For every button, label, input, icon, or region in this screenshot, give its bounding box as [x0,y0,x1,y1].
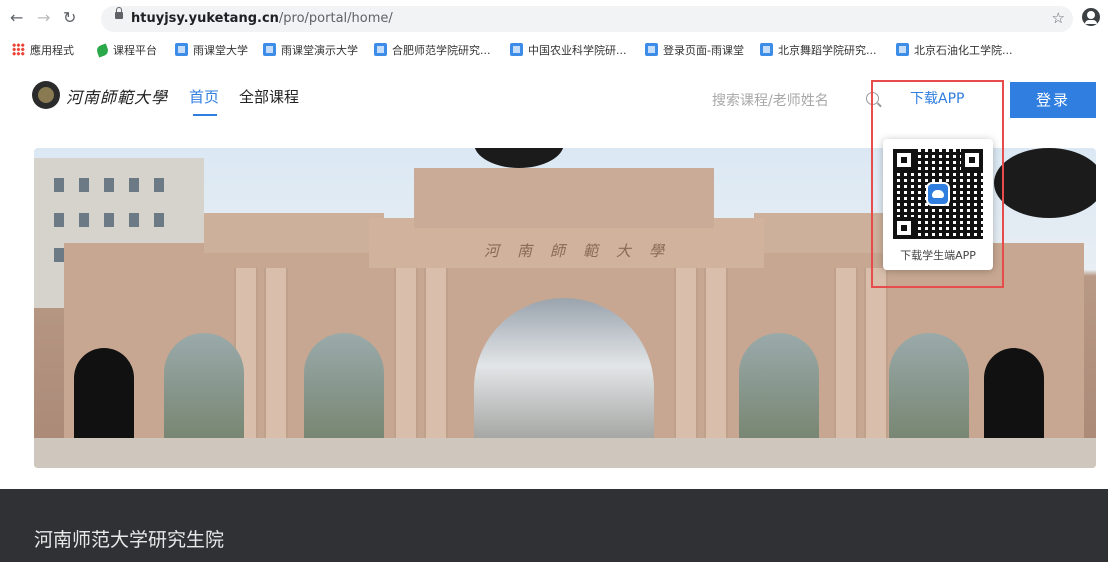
lock-icon [115,7,123,19]
bookmark-petrochem[interactable]: 北京石油化工学院... [896,43,1013,59]
nav-active-indicator [193,114,217,116]
bookmark-caas[interactable]: 中国农业科学院研... [510,43,627,59]
bookmarks-bar: 應用程式 课程平台 雨课堂大学 雨课堂演示大学 合肥师范学院研究... 中国农业… [0,36,1108,67]
footer: 河南师范大学研究生院 [0,489,1108,562]
leaf-icon [95,43,110,58]
rain-classroom-icon [896,43,909,56]
bookmark-star-icon[interactable]: ☆ [1052,9,1065,27]
nav-all-courses[interactable]: 全部课程 [239,86,299,107]
rain-classroom-icon [760,43,773,56]
rain-classroom-icon [645,43,658,56]
footer-title: 河南师范大学研究生院 [34,529,225,551]
forward-arrow-icon[interactable]: → [37,8,50,28]
bookmark-hefei[interactable]: 合肥师范学院研究... [374,43,491,59]
back-arrow-icon[interactable]: ← [10,8,23,28]
rain-classroom-icon [510,43,523,56]
university-logo-text[interactable]: 河南師範大學 [66,84,168,108]
bookmark-rain-demo[interactable]: 雨课堂演示大学 [263,43,358,59]
url-text: htuyjsy.yuketang.cn/pro/portal/home/ [131,11,393,26]
search-input[interactable]: 搜索课程/老师姓名 [712,90,829,110]
bookmark-course-platform[interactable]: 课程平台 [95,43,157,59]
apps-grid-icon [12,43,25,56]
bookmark-dance[interactable]: 北京舞蹈学院研究... [760,43,877,59]
bookmark-apps[interactable]: 應用程式 [12,43,74,59]
annotation-highlight-box [871,80,1004,288]
login-button[interactable]: 登录 [1010,82,1096,118]
rain-classroom-icon [374,43,387,56]
browser-toolbar: ← → ↻ htuyjsy.yuketang.cn/pro/portal/hom… [0,0,1108,36]
bookmark-rain-university[interactable]: 雨课堂大学 [175,43,248,59]
university-seal-icon[interactable] [32,81,60,109]
nav-home[interactable]: 首页 [189,86,219,107]
gate-inscription: 河南師範大學 [484,242,683,260]
profile-avatar-icon[interactable] [1082,8,1100,26]
rain-classroom-icon [263,43,276,56]
rain-classroom-icon [175,43,188,56]
address-bar[interactable]: htuyjsy.yuketang.cn/pro/portal/home/ ☆ [101,6,1073,32]
bookmark-login-page[interactable]: 登录页面-雨课堂 [645,43,744,59]
reload-icon[interactable]: ↻ [63,8,76,28]
